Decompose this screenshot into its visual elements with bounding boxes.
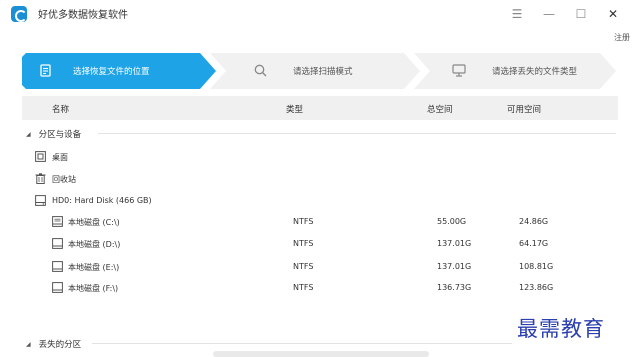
recycle-bin-icon [35,173,46,184]
drive-free-space: 64.17G [519,239,549,248]
step-1-label: 选择恢复文件的位置 [73,67,150,77]
desktop-icon [35,151,46,162]
recycle-bin-label: 回收站 [52,175,76,184]
horizontal-scrollbar[interactable] [213,351,429,357]
collapse-arrow-icon[interactable]: ◢ [26,131,31,138]
section-lost-partitions-label: 丢失的分区 [38,340,82,350]
section-divider [98,133,616,134]
drive-filesystem: NTFS [293,217,314,226]
drive-total-space: 137.01G [437,262,472,271]
table-row[interactable]: 本地磁盘 (E:\) NTFS 137.01G 108.81G [0,258,638,276]
close-button[interactable]: ✕ [598,5,628,23]
document-icon [40,64,54,78]
app-logo-icon [11,5,27,22]
drive-filesystem: NTFS [293,262,314,271]
register-link[interactable]: 注册 [614,32,630,43]
menu-button[interactable]: ☰ [502,5,532,23]
step-scan-mode[interactable]: 请选择扫描模式 [210,53,420,89]
list-item-desktop[interactable]: 桌面 [0,148,638,166]
drive-free-space: 108.81G [519,262,554,271]
column-header-name[interactable]: 名称 [52,103,69,115]
collapse-arrow-icon[interactable]: ◢ [26,341,31,348]
drive-total-space: 136.73G [437,283,472,292]
hard-disk-label: HD0: Hard Disk (466 GB) [52,196,152,205]
step-3-label: 请选择丢失的文件类型 [492,67,578,77]
column-header-type[interactable]: 类型 [286,103,303,115]
step-2-label: 请选择扫描模式 [293,67,353,77]
drive-name: 本地磁盘 (D:\) [68,240,121,249]
drive-icon [52,282,63,293]
drive-filesystem: NTFS [293,283,314,292]
section-divider [92,343,512,344]
section-partitions-label: 分区与设备 [38,130,82,140]
window-controls: ☰ — ☐ ✕ [502,5,628,23]
drive-free-space: 24.86G [519,217,549,226]
watermark-text: 最需教育 [517,317,605,341]
step-select-location[interactable]: 选择恢复文件的位置 [22,53,216,89]
list-item-hard-disk[interactable]: HD0: Hard Disk (466 GB) [0,192,638,210]
drive-name: 本地磁盘 (C:\) [68,218,120,227]
list-item-recycle-bin[interactable]: 回收站 [0,170,638,188]
table-row[interactable]: 本地磁盘 (C:\) NTFS 55.00G 24.86G [0,213,638,231]
drive-icon [52,238,63,249]
drive-icon [52,216,63,227]
desktop-label: 桌面 [52,153,68,162]
table-row[interactable]: 本地磁盘 (F:\) NTFS 136.73G 123.86G [0,279,638,297]
drive-name: 本地磁盘 (F:\) [68,284,119,293]
section-partitions[interactable]: ◢ 分区与设备 [26,128,81,140]
table-row[interactable]: 本地磁盘 (D:\) NTFS 137.01G 64.17G [0,235,638,253]
drive-icon [52,261,63,272]
drive-filesystem: NTFS [293,239,314,248]
drive-name: 本地磁盘 (E:\) [68,263,120,272]
maximize-button[interactable]: ☐ [566,5,596,23]
drive-free-space: 123.86G [519,283,554,292]
title-bar: 好优多数据恢复软件 ☰ — ☐ ✕ [0,0,638,27]
section-lost-partitions[interactable]: ◢ 丢失的分区 [26,338,81,350]
table-header: 名称 类型 总空间 可用空间 [22,96,618,120]
monitor-icon [452,64,466,78]
search-icon [254,64,268,78]
step-file-type[interactable]: 请选择丢失的文件类型 [414,53,616,89]
drive-total-space: 55.00G [437,217,467,226]
minimize-button[interactable]: — [534,5,564,23]
step-bar: 选择恢复文件的位置 请选择扫描模式 请选择丢失的文件类型 [22,53,616,89]
column-header-free[interactable]: 可用空间 [507,103,541,115]
drive-total-space: 137.01G [437,239,472,248]
column-header-total[interactable]: 总空间 [427,103,453,115]
app-title: 好优多数据恢复软件 [38,10,128,21]
hard-disk-icon [35,195,46,206]
